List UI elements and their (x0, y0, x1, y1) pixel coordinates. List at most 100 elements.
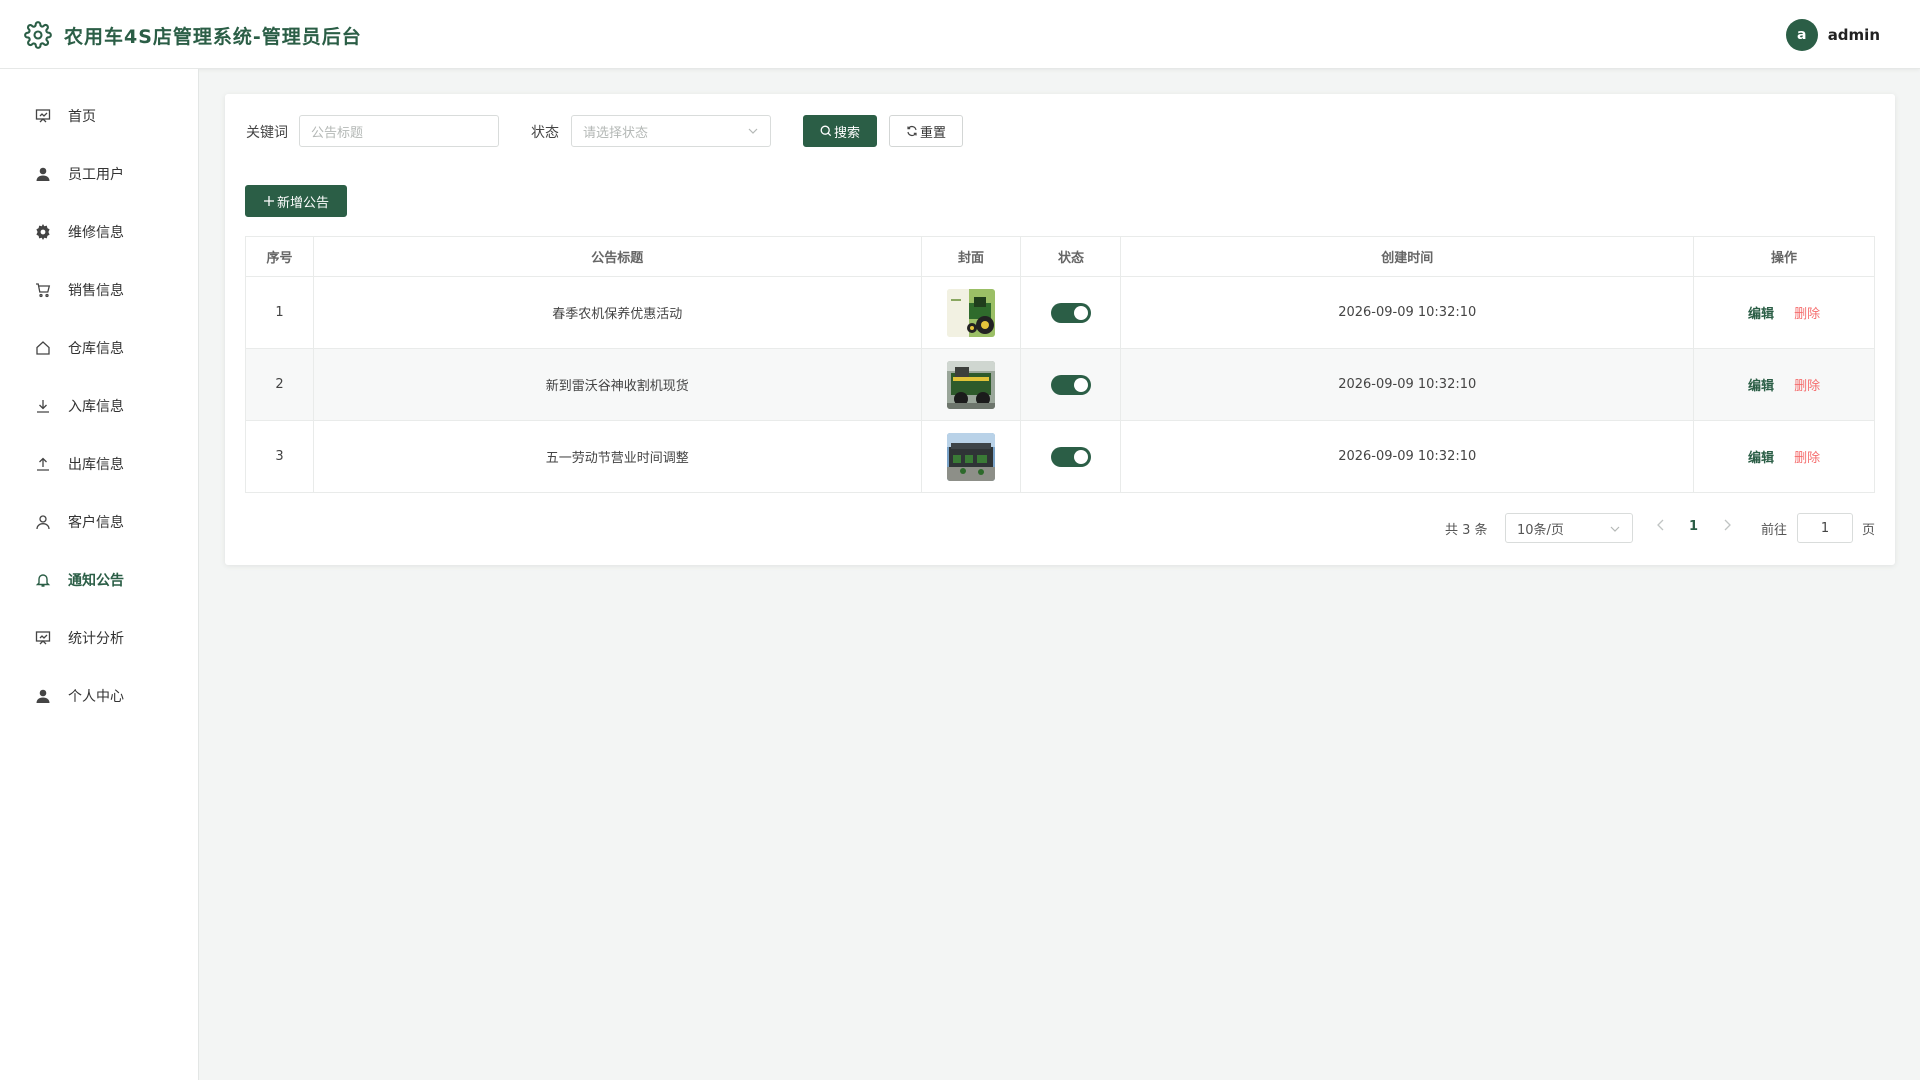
app-title: 农用车4S店管理系统-管理员后台 (64, 26, 362, 48)
delete-link[interactable]: 删除 (1794, 379, 1820, 394)
page-size-select[interactable]: 10条/页 (1505, 513, 1633, 543)
cover-thumbnail[interactable] (947, 360, 995, 409)
house-icon (34, 339, 52, 357)
dashboard-icon (34, 107, 52, 125)
sidebar-item-label: 首页 (68, 109, 96, 125)
avatar[interactable]: a (1785, 19, 1818, 51)
chevron-down-icon (748, 128, 758, 134)
next-page-button[interactable] (1722, 519, 1732, 535)
top-header: 农用车4S店管理系统-管理员后台 a admin (0, 0, 1920, 69)
user-icon (34, 165, 52, 183)
page-jump-input[interactable]: 1 (1797, 513, 1853, 543)
upload-icon (34, 455, 52, 473)
sidebar-item-sales[interactable]: 销售信息 (0, 268, 199, 312)
row-index: 1 (245, 276, 314, 349)
cart-icon (34, 281, 52, 299)
sidebar-item-staff[interactable]: 员工用户 (0, 152, 199, 196)
table-header-row: 序号 公告标题 封面 状态 创建时间 操作 (245, 236, 1875, 277)
gear-logo-icon (24, 21, 52, 49)
column-header-created[interactable]: 创建时间 (1120, 236, 1695, 277)
row-created-time: 2026-09-09 10:32:10 (1120, 348, 1695, 421)
username[interactable]: admin (1828, 26, 1880, 44)
column-header-status[interactable]: 状态 (1020, 236, 1122, 277)
reset-button-label: 重置 (919, 125, 946, 141)
add-notice-label: 新增公告 (276, 195, 329, 211)
sidebar-item-warehouse[interactable]: 仓库信息 (0, 326, 199, 370)
keyword-placeholder: 公告标题 (311, 125, 364, 141)
table-row: 1 春季农机保养优惠活动 2026-09-09 10:32:10 编辑 删除 (245, 276, 1875, 349)
sidebar-item-home[interactable]: 首页 (0, 94, 199, 138)
sidebar-item-profile[interactable]: 个人中心 (0, 674, 199, 718)
notice-list-card: 关键词 公告标题 状态 请选择状态 搜索 重置 新增公告 序号 公告标题 封面 … (225, 94, 1895, 565)
table-row: 3 五一劳动节营业时间调整 2026-09-09 10:32:10 编辑 删除 (245, 420, 1875, 493)
edit-link[interactable]: 编辑 (1748, 379, 1774, 394)
page-suffix-label: 页 (1862, 523, 1876, 538)
sidebar-item-customers[interactable]: 客户信息 (0, 500, 199, 544)
keyword-input[interactable]: 公告标题 (299, 115, 499, 147)
sidebar-item-label: 客户信息 (68, 515, 124, 531)
delete-link[interactable]: 删除 (1794, 451, 1820, 466)
chevron-down-icon (1610, 526, 1620, 532)
sidebar-item-repair[interactable]: 维修信息 (0, 210, 199, 254)
refresh-icon (907, 126, 917, 136)
sidebar: 首页 员工用户 维修信息 销售信息 仓库信息 入库信息 出库信息 客户信息 通知… (0, 69, 199, 1080)
status-toggle[interactable] (1050, 302, 1091, 323)
goto-label: 前往 (1761, 523, 1788, 538)
sidebar-item-notices[interactable]: 通知公告 (0, 558, 199, 602)
sidebar-item-label: 仓库信息 (68, 341, 124, 357)
user-icon (34, 687, 52, 705)
user-outline-icon (34, 513, 52, 531)
row-index: 3 (245, 420, 314, 493)
search-button-label: 搜索 (833, 125, 860, 141)
sidebar-item-inbound[interactable]: 入库信息 (0, 384, 199, 428)
sidebar-item-label: 通知公告 (68, 573, 124, 589)
cover-thumbnail[interactable] (947, 288, 995, 337)
row-created-time: 2026-09-09 10:32:10 (1120, 276, 1695, 349)
chevron-left-icon (1657, 519, 1664, 531)
gear-icon (34, 223, 52, 241)
prev-page-button[interactable] (1656, 519, 1666, 535)
notice-table: 序号 公告标题 封面 状态 创建时间 操作 1 春季农机保养优惠活动 2026-… (245, 236, 1875, 493)
sidebar-item-label: 统计分析 (68, 631, 124, 647)
column-header-title[interactable]: 公告标题 (312, 236, 922, 277)
page-number-current[interactable]: 1 (1689, 519, 1698, 534)
delete-link[interactable]: 删除 (1794, 307, 1820, 322)
status-label: 状态 (531, 125, 559, 141)
sidebar-item-statistics[interactable]: 统计分析 (0, 616, 199, 660)
user-menu[interactable]: a admin (1785, 19, 1880, 51)
row-title: 五一劳动节营业时间调整 (312, 420, 922, 493)
status-select[interactable]: 请选择状态 (571, 115, 771, 147)
reset-button[interactable]: 重置 (889, 115, 963, 147)
chevron-right-icon (1724, 519, 1731, 531)
column-header-actions[interactable]: 操作 (1693, 236, 1875, 277)
row-title: 春季农机保养优惠活动 (312, 276, 922, 349)
sidebar-item-label: 个人中心 (68, 689, 124, 705)
column-header-index[interactable]: 序号 (245, 236, 314, 277)
search-button[interactable]: 搜索 (803, 115, 877, 147)
sidebar-item-label: 员工用户 (68, 167, 124, 183)
bell-icon (34, 571, 52, 589)
row-index: 2 (245, 348, 314, 421)
sidebar-item-label: 销售信息 (68, 283, 124, 299)
sidebar-item-label: 出库信息 (68, 457, 124, 473)
status-toggle[interactable] (1050, 374, 1091, 395)
add-notice-button[interactable]: 新增公告 (245, 185, 347, 217)
sidebar-item-label: 维修信息 (68, 225, 124, 241)
sidebar-item-outbound[interactable]: 出库信息 (0, 442, 199, 486)
keyword-label: 关键词 (246, 125, 288, 141)
table-row: 2 新到雷沃谷神收割机现货 2026-09-09 10:32:10 编辑 删除 (245, 348, 1875, 421)
download-icon (34, 397, 52, 415)
row-title: 新到雷沃谷神收割机现货 (312, 348, 922, 421)
status-placeholder: 请选择状态 (583, 125, 649, 141)
plus-icon (263, 196, 274, 206)
page-size-value: 10条/页 (1517, 522, 1564, 538)
cover-thumbnail[interactable] (947, 432, 995, 481)
edit-link[interactable]: 编辑 (1748, 451, 1774, 466)
column-header-cover[interactable]: 封面 (920, 236, 1022, 277)
sidebar-item-label: 入库信息 (68, 399, 124, 415)
status-toggle[interactable] (1050, 446, 1091, 467)
row-created-time: 2026-09-09 10:32:10 (1120, 420, 1695, 493)
pagination-total: 共 3 条 (1445, 523, 1488, 538)
edit-link[interactable]: 编辑 (1748, 307, 1774, 322)
chart-icon (34, 629, 52, 647)
